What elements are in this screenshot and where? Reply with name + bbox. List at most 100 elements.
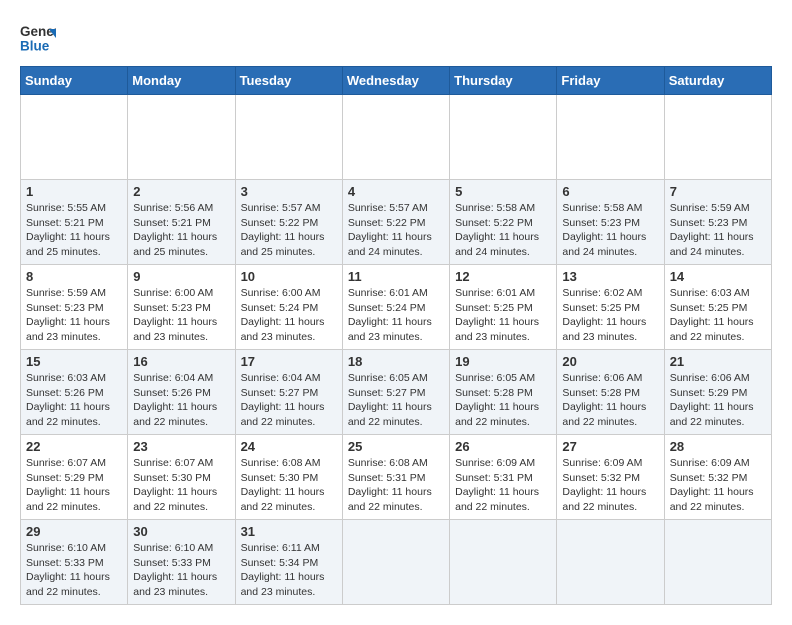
day-info: Sunrise: 6:04 AM Sunset: 5:26 PM Dayligh… <box>133 371 229 430</box>
sunrise-label: Sunrise: 5:59 AM <box>26 287 106 299</box>
calendar-cell: 6 Sunrise: 5:58 AM Sunset: 5:23 PM Dayli… <box>557 180 664 265</box>
sunset-label: Sunset: 5:21 PM <box>133 217 211 229</box>
sunset-label: Sunset: 5:22 PM <box>241 217 319 229</box>
sunset-label: Sunset: 5:31 PM <box>348 472 426 484</box>
daylight-label: Daylight: 11 hours and 22 minutes. <box>670 316 754 343</box>
daylight-label: Daylight: 11 hours and 24 minutes. <box>348 231 432 258</box>
calendar-cell: 31 Sunrise: 6:11 AM Sunset: 5:34 PM Dayl… <box>235 520 342 605</box>
calendar-week-row: 15 Sunrise: 6:03 AM Sunset: 5:26 PM Dayl… <box>21 350 772 435</box>
column-header-thursday: Thursday <box>450 67 557 95</box>
sunset-label: Sunset: 5:28 PM <box>455 387 533 399</box>
calendar-cell: 7 Sunrise: 5:59 AM Sunset: 5:23 PM Dayli… <box>664 180 771 265</box>
calendar-week-row: 22 Sunrise: 6:07 AM Sunset: 5:29 PM Dayl… <box>21 435 772 520</box>
day-info: Sunrise: 6:06 AM Sunset: 5:29 PM Dayligh… <box>670 371 766 430</box>
sunrise-label: Sunrise: 5:57 AM <box>348 202 428 214</box>
calendar-cell: 13 Sunrise: 6:02 AM Sunset: 5:25 PM Dayl… <box>557 265 664 350</box>
day-info: Sunrise: 6:04 AM Sunset: 5:27 PM Dayligh… <box>241 371 337 430</box>
sunset-label: Sunset: 5:30 PM <box>241 472 319 484</box>
calendar-cell: 2 Sunrise: 5:56 AM Sunset: 5:21 PM Dayli… <box>128 180 235 265</box>
calendar-cell: 8 Sunrise: 5:59 AM Sunset: 5:23 PM Dayli… <box>21 265 128 350</box>
day-number: 29 <box>26 524 122 539</box>
sunset-label: Sunset: 5:25 PM <box>670 302 748 314</box>
daylight-label: Daylight: 11 hours and 22 minutes. <box>26 486 110 513</box>
sunrise-label: Sunrise: 6:09 AM <box>670 457 750 469</box>
day-info: Sunrise: 6:10 AM Sunset: 5:33 PM Dayligh… <box>133 541 229 600</box>
sunrise-label: Sunrise: 6:05 AM <box>455 372 535 384</box>
day-number: 26 <box>455 439 551 454</box>
sunset-label: Sunset: 5:23 PM <box>133 302 211 314</box>
calendar-cell: 14 Sunrise: 6:03 AM Sunset: 5:25 PM Dayl… <box>664 265 771 350</box>
sunset-label: Sunset: 5:21 PM <box>26 217 104 229</box>
day-number: 31 <box>241 524 337 539</box>
day-number: 2 <box>133 184 229 199</box>
calendar-cell: 25 Sunrise: 6:08 AM Sunset: 5:31 PM Dayl… <box>342 435 449 520</box>
sunrise-label: Sunrise: 6:08 AM <box>241 457 321 469</box>
sunrise-label: Sunrise: 5:58 AM <box>562 202 642 214</box>
day-number: 14 <box>670 269 766 284</box>
daylight-label: Daylight: 11 hours and 22 minutes. <box>133 401 217 428</box>
day-number: 15 <box>26 354 122 369</box>
calendar-cell: 12 Sunrise: 6:01 AM Sunset: 5:25 PM Dayl… <box>450 265 557 350</box>
daylight-label: Daylight: 11 hours and 24 minutes. <box>562 231 646 258</box>
calendar-table: SundayMondayTuesdayWednesdayThursdayFrid… <box>20 66 772 605</box>
day-info: Sunrise: 6:07 AM Sunset: 5:29 PM Dayligh… <box>26 456 122 515</box>
calendar-cell: 17 Sunrise: 6:04 AM Sunset: 5:27 PM Dayl… <box>235 350 342 435</box>
sunrise-label: Sunrise: 5:56 AM <box>133 202 213 214</box>
day-info: Sunrise: 6:03 AM Sunset: 5:26 PM Dayligh… <box>26 371 122 430</box>
day-number: 18 <box>348 354 444 369</box>
sunset-label: Sunset: 5:30 PM <box>133 472 211 484</box>
day-info: Sunrise: 6:09 AM Sunset: 5:32 PM Dayligh… <box>562 456 658 515</box>
day-number: 24 <box>241 439 337 454</box>
daylight-label: Daylight: 11 hours and 22 minutes. <box>133 486 217 513</box>
day-info: Sunrise: 6:06 AM Sunset: 5:28 PM Dayligh… <box>562 371 658 430</box>
calendar-cell <box>21 95 128 180</box>
column-header-saturday: Saturday <box>664 67 771 95</box>
daylight-label: Daylight: 11 hours and 22 minutes. <box>241 486 325 513</box>
calendar-cell: 26 Sunrise: 6:09 AM Sunset: 5:31 PM Dayl… <box>450 435 557 520</box>
sunrise-label: Sunrise: 6:10 AM <box>133 542 213 554</box>
column-header-wednesday: Wednesday <box>342 67 449 95</box>
daylight-label: Daylight: 11 hours and 25 minutes. <box>133 231 217 258</box>
calendar-cell: 15 Sunrise: 6:03 AM Sunset: 5:26 PM Dayl… <box>21 350 128 435</box>
sunrise-label: Sunrise: 6:07 AM <box>26 457 106 469</box>
sunrise-label: Sunrise: 6:01 AM <box>348 287 428 299</box>
day-info: Sunrise: 5:59 AM Sunset: 5:23 PM Dayligh… <box>26 286 122 345</box>
day-info: Sunrise: 6:08 AM Sunset: 5:31 PM Dayligh… <box>348 456 444 515</box>
calendar-cell: 4 Sunrise: 5:57 AM Sunset: 5:22 PM Dayli… <box>342 180 449 265</box>
sunset-label: Sunset: 5:33 PM <box>26 557 104 569</box>
sunrise-label: Sunrise: 6:11 AM <box>241 542 320 554</box>
calendar-week-row: 1 Sunrise: 5:55 AM Sunset: 5:21 PM Dayli… <box>21 180 772 265</box>
calendar-cell: 3 Sunrise: 5:57 AM Sunset: 5:22 PM Dayli… <box>235 180 342 265</box>
calendar-cell: 18 Sunrise: 6:05 AM Sunset: 5:27 PM Dayl… <box>342 350 449 435</box>
sunrise-label: Sunrise: 6:03 AM <box>670 287 750 299</box>
day-info: Sunrise: 6:01 AM Sunset: 5:24 PM Dayligh… <box>348 286 444 345</box>
daylight-label: Daylight: 11 hours and 24 minutes. <box>670 231 754 258</box>
column-header-friday: Friday <box>557 67 664 95</box>
sunrise-label: Sunrise: 5:59 AM <box>670 202 750 214</box>
daylight-label: Daylight: 11 hours and 22 minutes. <box>348 401 432 428</box>
day-info: Sunrise: 5:57 AM Sunset: 5:22 PM Dayligh… <box>241 201 337 260</box>
daylight-label: Daylight: 11 hours and 25 minutes. <box>241 231 325 258</box>
calendar-cell <box>235 95 342 180</box>
sunrise-label: Sunrise: 6:00 AM <box>241 287 321 299</box>
day-info: Sunrise: 5:57 AM Sunset: 5:22 PM Dayligh… <box>348 201 444 260</box>
day-number: 17 <box>241 354 337 369</box>
sunrise-label: Sunrise: 5:55 AM <box>26 202 106 214</box>
daylight-label: Daylight: 11 hours and 22 minutes. <box>670 486 754 513</box>
daylight-label: Daylight: 11 hours and 23 minutes. <box>241 316 325 343</box>
day-info: Sunrise: 6:00 AM Sunset: 5:24 PM Dayligh… <box>241 286 337 345</box>
daylight-label: Daylight: 11 hours and 22 minutes. <box>26 571 110 598</box>
sunrise-label: Sunrise: 6:10 AM <box>26 542 106 554</box>
svg-text:Blue: Blue <box>20 39 50 54</box>
day-number: 3 <box>241 184 337 199</box>
day-number: 8 <box>26 269 122 284</box>
day-number: 30 <box>133 524 229 539</box>
daylight-label: Daylight: 11 hours and 22 minutes. <box>455 401 539 428</box>
day-info: Sunrise: 6:11 AM Sunset: 5:34 PM Dayligh… <box>241 541 337 600</box>
day-info: Sunrise: 6:05 AM Sunset: 5:27 PM Dayligh… <box>348 371 444 430</box>
day-number: 22 <box>26 439 122 454</box>
calendar-week-row: 29 Sunrise: 6:10 AM Sunset: 5:33 PM Dayl… <box>21 520 772 605</box>
calendar-cell <box>450 95 557 180</box>
sunset-label: Sunset: 5:27 PM <box>348 387 426 399</box>
sunset-label: Sunset: 5:24 PM <box>348 302 426 314</box>
